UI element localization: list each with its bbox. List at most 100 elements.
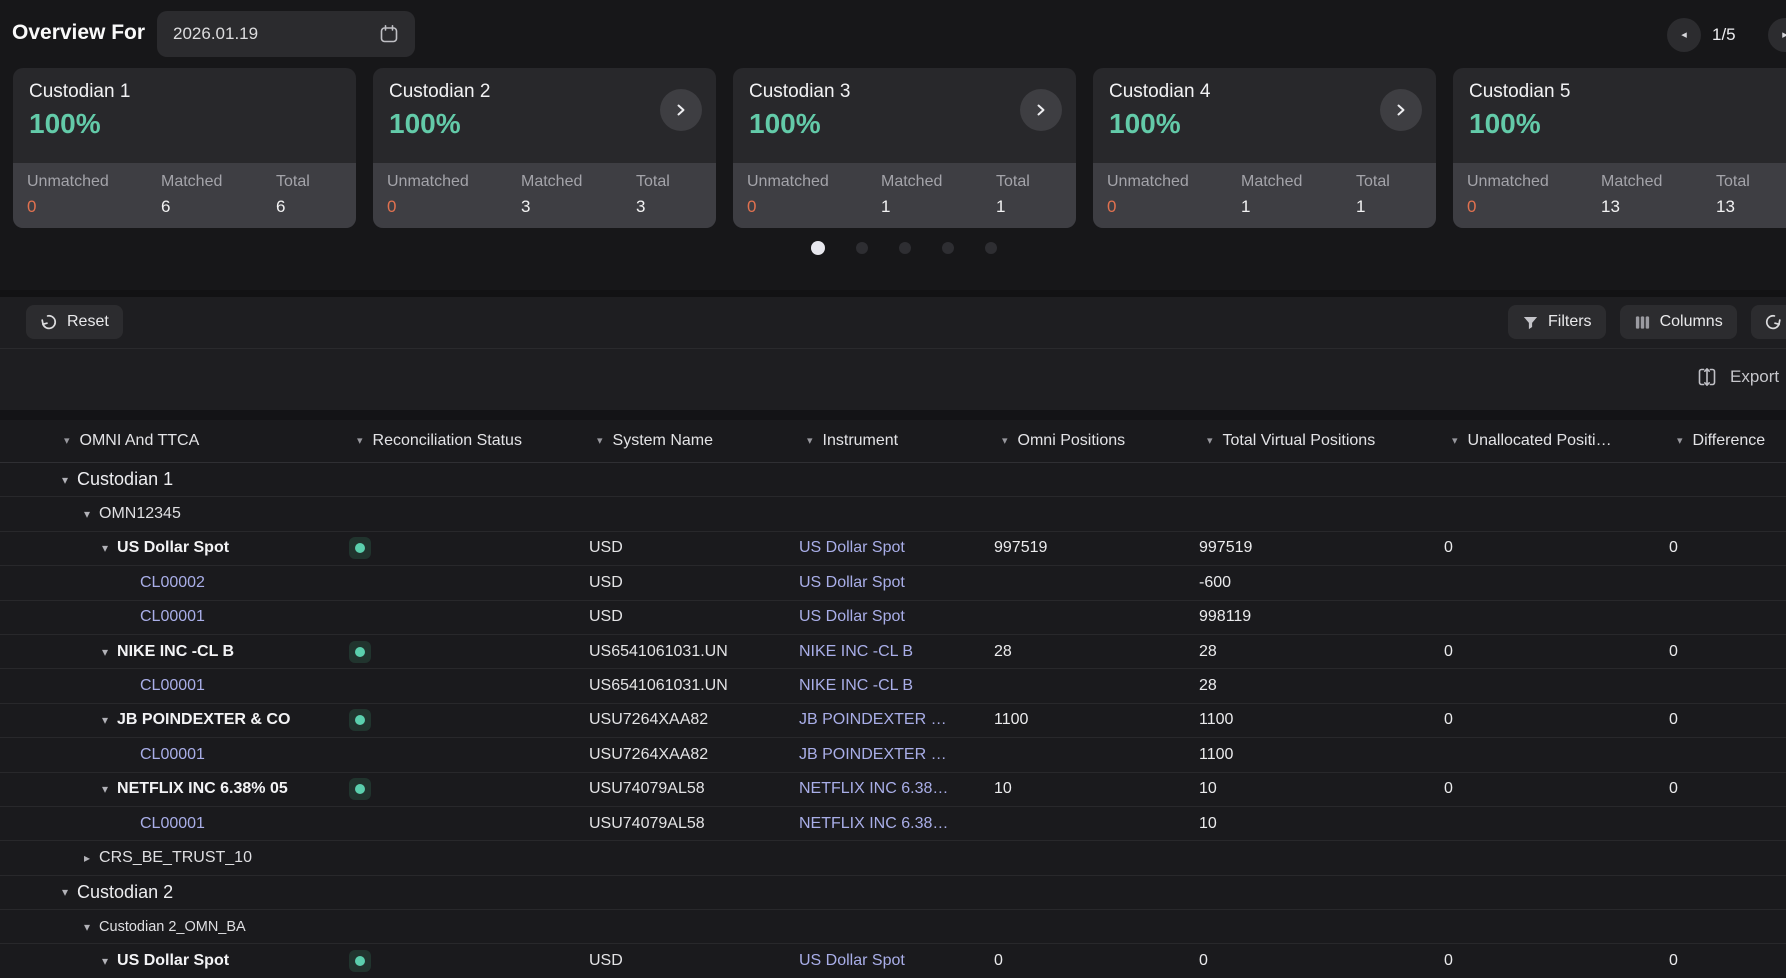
unmatched-label: Unmatched <box>1107 173 1241 191</box>
caret-right-icon[interactable] <box>84 852 90 864</box>
carousel-dot[interactable] <box>942 242 954 254</box>
export-button[interactable]: Export <box>1690 365 1785 389</box>
instrument-link[interactable]: JB POINDEXTER … <box>799 711 947 728</box>
unallocated-cell: 0 <box>1440 952 1665 970</box>
column-label: Unallocated Positi… <box>1468 432 1612 450</box>
caret-down-icon[interactable] <box>102 542 108 554</box>
client-row[interactable]: CL00001 USU74079AL58 NETFLIX INC 6.38… 1… <box>0 807 1786 841</box>
client-row[interactable]: CL00001 USU7264XAA82 JB POINDEXTER … 110… <box>0 738 1786 772</box>
custodian-card[interactable]: Custodian 5 100% Unmatched 0 Matched 13 … <box>1453 68 1786 228</box>
caret-down-icon[interactable] <box>62 474 68 486</box>
column-header-difference[interactable]: Difference <box>1665 432 1786 450</box>
card-stats: Unmatched 0 Matched 13 Total 13 <box>1453 163 1786 228</box>
column-header-omni-positions[interactable]: Omni Positions <box>990 432 1195 450</box>
carousel-dot[interactable] <box>985 242 997 254</box>
caret-down-icon[interactable] <box>84 921 90 933</box>
columns-button[interactable]: Columns <box>1620 305 1737 339</box>
column-label: Reconciliation Status <box>373 432 522 450</box>
client-link[interactable]: CL00001 <box>140 746 205 764</box>
total-virtual-cell: 10 <box>1195 780 1440 798</box>
export-label: Export <box>1730 367 1779 387</box>
matched-label: Matched <box>1601 173 1716 191</box>
column-header-reconciliation-status[interactable]: Reconciliation Status <box>345 432 585 450</box>
caret-down-icon[interactable] <box>102 783 108 795</box>
unallocated-cell: 0 <box>1440 711 1665 729</box>
custodian-cards: Custodian 1 100% Unmatched 0 Matched 6 T… <box>0 68 1786 228</box>
caret-down-icon[interactable] <box>84 508 90 520</box>
custodian-card[interactable]: Custodian 4 100% Unmatched 0 Matched 1 T… <box>1093 68 1436 228</box>
caret-down-icon[interactable] <box>102 714 108 726</box>
table-header: OMNI And TTCA Reconciliation Status Syst… <box>0 420 1786 463</box>
custodian-card[interactable]: Custodian 2 100% Unmatched 0 Matched 3 T… <box>373 68 716 228</box>
instrument-row[interactable]: NETFLIX INC 6.38% 05 USU74079AL58 NETFLI… <box>0 773 1786 807</box>
total-label: Total <box>1716 173 1786 191</box>
card-header: Custodian 5 100% <box>1453 68 1786 140</box>
matched-dot-icon <box>355 543 365 553</box>
filters-button[interactable]: Filters <box>1508 305 1606 339</box>
group-row-custodian[interactable]: Custodian 2 <box>0 876 1786 910</box>
client-link[interactable]: CL00001 <box>140 815 205 833</box>
client-row[interactable]: CL00002 USD US Dollar Spot -600 <box>0 566 1786 600</box>
instrument-row[interactable]: US Dollar Spot USD US Dollar Spot 0 0 0 … <box>0 944 1786 978</box>
caret-down-icon[interactable] <box>102 955 108 967</box>
column-header-total-virtual-positions[interactable]: Total Virtual Positions <box>1195 432 1440 450</box>
instrument-link[interactable]: NETFLIX INC 6.38… <box>799 780 948 797</box>
date-picker-input[interactable]: 2026.01.19 <box>157 11 415 57</box>
sort-caret-icon <box>807 436 813 447</box>
custodian-name: Custodian 4 <box>1109 81 1420 103</box>
group-row-account[interactable]: CRS_BE_TRUST_10 <box>0 841 1786 875</box>
instrument-row[interactable]: JB POINDEXTER & CO USU7264XAA82 JB POIND… <box>0 704 1786 738</box>
instrument-link[interactable]: US Dollar Spot <box>799 539 905 556</box>
card-detail-button[interactable] <box>1020 89 1062 131</box>
column-header-omni-and-ttca[interactable]: OMNI And TTCA <box>0 432 345 450</box>
chevron-right-icon <box>1033 102 1049 118</box>
carousel-dot-active[interactable] <box>811 241 825 255</box>
carousel-next-button[interactable] <box>1768 18 1786 52</box>
total-value: 3 <box>636 197 716 217</box>
instrument-link[interactable]: US Dollar Spot <box>799 608 905 625</box>
total-virtual-cell: 10 <box>1195 815 1440 833</box>
matched-dot-icon <box>355 715 365 725</box>
reset-label: Reset <box>67 313 109 331</box>
client-link[interactable]: CL00002 <box>140 574 205 592</box>
client-row[interactable]: CL00001 US6541061031.UN NIKE INC -CL B 2… <box>0 669 1786 703</box>
matched-value: 1 <box>881 197 996 217</box>
caret-down-icon[interactable] <box>62 886 68 898</box>
match-percent: 100% <box>1469 108 1780 140</box>
column-header-unallocated-positions[interactable]: Unallocated Positi… <box>1440 432 1665 450</box>
client-row[interactable]: CL00001 USD US Dollar Spot 998119 <box>0 601 1786 635</box>
page-title: Overview For <box>12 21 145 45</box>
instrument-link[interactable]: US Dollar Spot <box>799 574 905 591</box>
card-detail-button[interactable] <box>660 89 702 131</box>
refresh-button[interactable] <box>1751 305 1786 339</box>
reset-button[interactable]: Reset <box>26 305 123 339</box>
group-row-account[interactable]: Custodian 2_OMN_BA <box>0 910 1786 944</box>
carousel-dot[interactable] <box>856 242 868 254</box>
total-virtual-cell: 997519 <box>1195 539 1440 557</box>
client-link[interactable]: CL00001 <box>140 677 205 695</box>
table-body: Custodian 1 OMN12345 US Dollar Spot USD … <box>0 463 1786 978</box>
instrument-row[interactable]: US Dollar Spot USD US Dollar Spot 997519… <box>0 532 1786 566</box>
instrument-link[interactable]: NIKE INC -CL B <box>799 677 913 694</box>
instrument-link[interactable]: US Dollar Spot <box>799 952 905 969</box>
system-name-cell: USU7264XAA82 <box>585 711 795 729</box>
column-header-instrument[interactable]: Instrument <box>795 432 990 450</box>
carousel-dot[interactable] <box>899 242 911 254</box>
total-virtual-cell: 28 <box>1195 643 1440 661</box>
matched-dot-icon <box>355 956 365 966</box>
instrument-link[interactable]: JB POINDEXTER … <box>799 746 947 763</box>
carousel-prev-button[interactable] <box>1667 18 1701 52</box>
caret-down-icon[interactable] <box>102 646 108 658</box>
card-detail-button[interactable] <box>1380 89 1422 131</box>
client-link[interactable]: CL00001 <box>140 608 205 626</box>
unmatched-label: Unmatched <box>747 173 881 191</box>
instrument-link[interactable]: NIKE INC -CL B <box>799 643 913 660</box>
custodian-card[interactable]: Custodian 3 100% Unmatched 0 Matched 1 T… <box>733 68 1076 228</box>
column-header-system-name[interactable]: System Name <box>585 432 795 450</box>
group-row-account[interactable]: OMN12345 <box>0 497 1786 531</box>
custodian-card[interactable]: Custodian 1 100% Unmatched 0 Matched 6 T… <box>13 68 356 228</box>
group-row-custodian[interactable]: Custodian 1 <box>0 463 1786 497</box>
instrument-row[interactable]: NIKE INC -CL B US6541061031.UN NIKE INC … <box>0 635 1786 669</box>
instrument-link[interactable]: NETFLIX INC 6.38… <box>799 815 948 832</box>
total-label: Total <box>1356 173 1436 191</box>
